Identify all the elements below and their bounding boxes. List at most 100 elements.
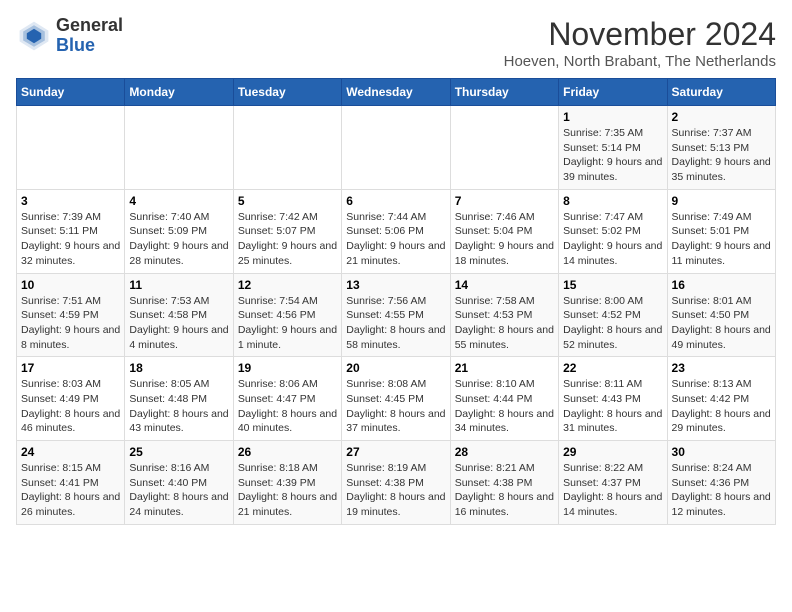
- day-info: Sunrise: 7:46 AMSunset: 5:04 PMDaylight:…: [455, 210, 554, 269]
- day-cell: 14 Sunrise: 7:58 AMSunset: 4:53 PMDayligh…: [450, 273, 558, 357]
- day-info: Sunrise: 8:00 AMSunset: 4:52 PMDaylight:…: [563, 294, 662, 353]
- day-cell: 26 Sunrise: 8:18 AMSunset: 4:39 PMDayligh…: [233, 441, 341, 525]
- day-number: 4: [129, 194, 228, 208]
- day-info: Sunrise: 7:58 AMSunset: 4:53 PMDaylight:…: [455, 294, 554, 353]
- day-cell: 8 Sunrise: 7:47 AMSunset: 5:02 PMDaylight…: [559, 189, 667, 273]
- week-row-1: 1 Sunrise: 7:35 AMSunset: 5:14 PMDaylight…: [17, 106, 776, 190]
- day-info: Sunrise: 8:22 AMSunset: 4:37 PMDaylight:…: [563, 461, 662, 520]
- day-cell: 25 Sunrise: 8:16 AMSunset: 4:40 PMDayligh…: [125, 441, 233, 525]
- day-cell: 24Sunrise: 8:15 AMSunset: 4:41 PMDayligh…: [17, 441, 125, 525]
- day-info: Sunrise: 8:01 AMSunset: 4:50 PMDaylight:…: [672, 294, 771, 353]
- day-info: Sunrise: 8:21 AMSunset: 4:38 PMDaylight:…: [455, 461, 554, 520]
- day-cell: 21 Sunrise: 8:10 AMSunset: 4:44 PMDayligh…: [450, 357, 558, 441]
- day-number: 17: [21, 361, 120, 375]
- day-number: 26: [238, 445, 337, 459]
- weekday-header-saturday: Saturday: [667, 79, 775, 106]
- weekday-row: SundayMondayTuesdayWednesdayThursdayFrid…: [17, 79, 776, 106]
- day-number: 16: [672, 278, 771, 292]
- day-cell: [17, 106, 125, 190]
- calendar-body: 1 Sunrise: 7:35 AMSunset: 5:14 PMDaylight…: [17, 106, 776, 525]
- day-cell: 28 Sunrise: 8:21 AMSunset: 4:38 PMDayligh…: [450, 441, 558, 525]
- day-info: Sunrise: 7:53 AMSunset: 4:58 PMDaylight:…: [129, 294, 228, 353]
- weekday-header-tuesday: Tuesday: [233, 79, 341, 106]
- day-number: 9: [672, 194, 771, 208]
- day-number: 13: [346, 278, 445, 292]
- day-number: 28: [455, 445, 554, 459]
- day-info: Sunrise: 8:08 AMSunset: 4:45 PMDaylight:…: [346, 377, 445, 436]
- day-info: Sunrise: 7:47 AMSunset: 5:02 PMDaylight:…: [563, 210, 662, 269]
- day-info: Sunrise: 7:51 AMSunset: 4:59 PMDaylight:…: [21, 294, 120, 353]
- month-title: November 2024: [504, 16, 776, 53]
- day-cell: 9 Sunrise: 7:49 AMSunset: 5:01 PMDaylight…: [667, 189, 775, 273]
- day-info: Sunrise: 7:54 AMSunset: 4:56 PMDaylight:…: [238, 294, 337, 353]
- day-info: Sunrise: 7:40 AMSunset: 5:09 PMDaylight:…: [129, 210, 228, 269]
- day-info: Sunrise: 7:37 AMSunset: 5:13 PMDaylight:…: [672, 126, 771, 185]
- weekday-header-sunday: Sunday: [17, 79, 125, 106]
- day-number: 25: [129, 445, 228, 459]
- day-info: Sunrise: 8:19 AMSunset: 4:38 PMDaylight:…: [346, 461, 445, 520]
- day-info: Sunrise: 8:03 AMSunset: 4:49 PMDaylight:…: [21, 377, 120, 436]
- week-row-5: 24Sunrise: 8:15 AMSunset: 4:41 PMDayligh…: [17, 441, 776, 525]
- day-info: Sunrise: 8:05 AMSunset: 4:48 PMDaylight:…: [129, 377, 228, 436]
- weekday-header-monday: Monday: [125, 79, 233, 106]
- day-cell: 22 Sunrise: 8:11 AMSunset: 4:43 PMDayligh…: [559, 357, 667, 441]
- day-number: 6: [346, 194, 445, 208]
- title-block: November 2024 Hoeven, North Brabant, The…: [504, 16, 776, 70]
- day-number: 22: [563, 361, 662, 375]
- logo-icon: [16, 18, 52, 54]
- day-number: 20: [346, 361, 445, 375]
- day-cell: [450, 106, 558, 190]
- day-cell: 7Sunrise: 7:46 AMSunset: 5:04 PMDaylight…: [450, 189, 558, 273]
- weekday-header-wednesday: Wednesday: [342, 79, 450, 106]
- logo: General Blue: [16, 16, 123, 56]
- day-cell: 13 Sunrise: 7:56 AMSunset: 4:55 PMDayligh…: [342, 273, 450, 357]
- day-number: 14: [455, 278, 554, 292]
- day-cell: 1 Sunrise: 7:35 AMSunset: 5:14 PMDaylight…: [559, 106, 667, 190]
- logo-blue: Blue: [56, 35, 95, 55]
- day-cell: 17 Sunrise: 8:03 AMSunset: 4:49 PMDayligh…: [17, 357, 125, 441]
- day-cell: 12 Sunrise: 7:54 AMSunset: 4:56 PMDayligh…: [233, 273, 341, 357]
- day-info: Sunrise: 8:24 AMSunset: 4:36 PMDaylight:…: [672, 461, 771, 520]
- day-number: 23: [672, 361, 771, 375]
- day-number: 12: [238, 278, 337, 292]
- day-info: Sunrise: 8:13 AMSunset: 4:42 PMDaylight:…: [672, 377, 771, 436]
- week-row-4: 17 Sunrise: 8:03 AMSunset: 4:49 PMDayligh…: [17, 357, 776, 441]
- day-info: Sunrise: 7:44 AMSunset: 5:06 PMDaylight:…: [346, 210, 445, 269]
- day-number: 19: [238, 361, 337, 375]
- day-info: Sunrise: 7:35 AMSunset: 5:14 PMDaylight:…: [563, 126, 662, 185]
- logo-general: General: [56, 15, 123, 35]
- weekday-header-thursday: Thursday: [450, 79, 558, 106]
- day-info: Sunrise: 8:16 AMSunset: 4:40 PMDaylight:…: [129, 461, 228, 520]
- day-info: Sunrise: 8:06 AMSunset: 4:47 PMDaylight:…: [238, 377, 337, 436]
- day-number: 10: [21, 278, 120, 292]
- day-info: Sunrise: 8:11 AMSunset: 4:43 PMDaylight:…: [563, 377, 662, 436]
- day-number: 21: [455, 361, 554, 375]
- weekday-header-friday: Friday: [559, 79, 667, 106]
- day-number: 15: [563, 278, 662, 292]
- day-cell: 23 Sunrise: 8:13 AMSunset: 4:42 PMDayligh…: [667, 357, 775, 441]
- day-cell: 5Sunrise: 7:42 AMSunset: 5:07 PMDaylight…: [233, 189, 341, 273]
- logo-text: General Blue: [56, 16, 123, 56]
- day-info: Sunrise: 7:56 AMSunset: 4:55 PMDaylight:…: [346, 294, 445, 353]
- day-cell: 15 Sunrise: 8:00 AMSunset: 4:52 PMDayligh…: [559, 273, 667, 357]
- location-subtitle: Hoeven, North Brabant, The Netherlands: [504, 53, 776, 70]
- day-cell: 29Sunrise: 8:22 AMSunset: 4:37 PMDayligh…: [559, 441, 667, 525]
- day-cell: 3Sunrise: 7:39 AMSunset: 5:11 PMDaylight…: [17, 189, 125, 273]
- day-number: 1: [563, 110, 662, 124]
- day-cell: 19 Sunrise: 8:06 AMSunset: 4:47 PMDayligh…: [233, 357, 341, 441]
- day-info: Sunrise: 8:15 AMSunset: 4:41 PMDaylight:…: [21, 461, 120, 520]
- day-number: 30: [672, 445, 771, 459]
- day-info: Sunrise: 7:49 AMSunset: 5:01 PMDaylight:…: [672, 210, 771, 269]
- calendar-header: SundayMondayTuesdayWednesdayThursdayFrid…: [17, 79, 776, 106]
- day-cell: 27 Sunrise: 8:19 AMSunset: 4:38 PMDayligh…: [342, 441, 450, 525]
- day-number: 27: [346, 445, 445, 459]
- day-number: 18: [129, 361, 228, 375]
- day-number: 3: [21, 194, 120, 208]
- day-cell: 11 Sunrise: 7:53 AMSunset: 4:58 PMDayligh…: [125, 273, 233, 357]
- week-row-2: 3Sunrise: 7:39 AMSunset: 5:11 PMDaylight…: [17, 189, 776, 273]
- day-number: 8: [563, 194, 662, 208]
- day-info: Sunrise: 8:18 AMSunset: 4:39 PMDaylight:…: [238, 461, 337, 520]
- day-cell: 2Sunrise: 7:37 AMSunset: 5:13 PMDaylight…: [667, 106, 775, 190]
- day-info: Sunrise: 8:10 AMSunset: 4:44 PMDaylight:…: [455, 377, 554, 436]
- day-number: 11: [129, 278, 228, 292]
